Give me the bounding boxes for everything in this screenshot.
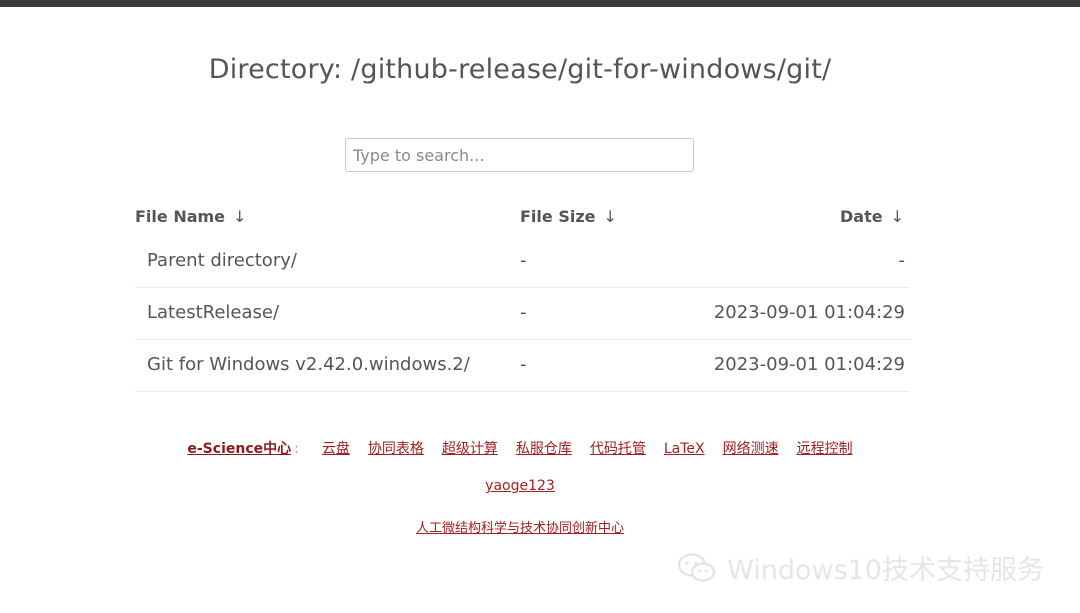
footer-link-sheets[interactable]: 协同表格 — [368, 441, 424, 457]
file-date: 2023-09-01 01:04:29 — [713, 354, 905, 375]
file-size: - — [520, 302, 527, 323]
sort-arrow-icon: ↓ — [890, 207, 904, 226]
table-row: LatestRelease/ - 2023-09-01 01:04:29 — [135, 288, 910, 340]
file-link[interactable]: Parent directory/ — [147, 250, 297, 271]
footer-link-speedtest[interactable]: 网络测速 — [723, 441, 779, 457]
footer-org-link[interactable]: 人工微结构科学与技术协同创新中心 — [416, 521, 624, 536]
watermark: Windows10技术支持服务 — [677, 548, 1044, 587]
header-size-label: File Size — [520, 207, 596, 226]
file-date: 2023-09-01 01:04:29 — [713, 302, 905, 323]
file-size: - — [520, 354, 527, 375]
wechat-icon — [678, 552, 716, 582]
file-link[interactable]: Git for Windows v2.42.0.windows.2/ — [147, 354, 470, 375]
file-table: File Name ↓ File Size ↓ Date ↓ Parent direc… — [135, 196, 910, 392]
top-bar — [0, 0, 1080, 7]
footer-link-remote[interactable]: 远程控制 — [797, 441, 853, 457]
file-size: - — [520, 250, 527, 271]
brand-separator: : — [294, 441, 299, 457]
sort-by-size-header[interactable]: File Size ↓ — [520, 207, 617, 226]
footer-brand-link[interactable]: e-Science中心 — [187, 441, 291, 457]
table-header: File Name ↓ File Size ↓ Date ↓ — [135, 196, 910, 236]
footer-link-repo[interactable]: 私服仓库 — [516, 441, 572, 457]
footer-nav: e-Science中心: 云盘 协同表格 超级计算 私服仓库 代码托管 LaTeX 网络测速 远… — [0, 438, 1040, 458]
footer-user: yaoge123 — [0, 478, 1040, 494]
footer-link-cloud[interactable]: 云盘 — [322, 441, 350, 457]
footer-link-latex[interactable]: LaTeX — [664, 441, 705, 457]
file-date: - — [898, 250, 906, 271]
header-name-label: File Name — [135, 207, 226, 226]
page: Directory: /github-release/git-for-windo… — [0, 0, 1080, 613]
footer-org: 人工微结构科学与技术协同创新中心 — [0, 517, 1040, 536]
table-row: Git for Windows v2.42.0.windows.2/ - 202… — [135, 340, 910, 392]
sort-by-date-header[interactable]: Date ↓ — [840, 207, 904, 226]
footer-user-link[interactable]: yaoge123 — [485, 478, 555, 494]
file-link[interactable]: LatestRelease/ — [147, 302, 279, 323]
footer-link-git[interactable]: 代码托管 — [590, 441, 646, 457]
sort-by-name-header[interactable]: File Name ↓ — [135, 207, 246, 226]
watermark-text: Windows10技术支持服务 — [727, 555, 1044, 586]
table-row: Parent directory/ - - — [135, 236, 910, 288]
sort-arrow-icon: ↓ — [233, 207, 247, 226]
search-input[interactable] — [345, 138, 694, 172]
page-title: Directory: /github-release/git-for-windo… — [208, 54, 832, 85]
footer-link-hpc[interactable]: 超级计算 — [442, 441, 498, 457]
header-date-label: Date — [840, 207, 883, 226]
sort-arrow-icon: ↓ — [603, 207, 617, 226]
